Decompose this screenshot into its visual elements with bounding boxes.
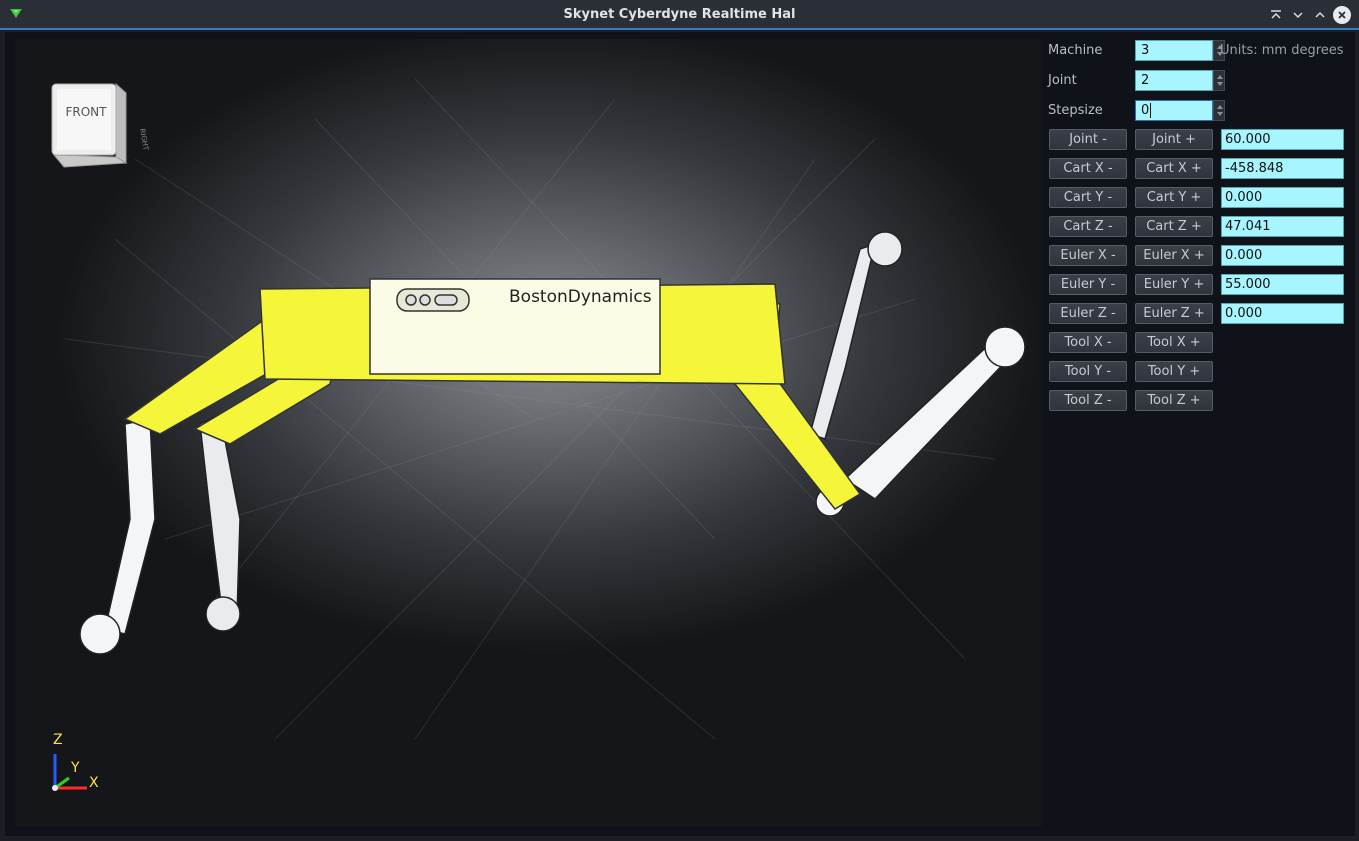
cart-z-minus-button[interactable]: Cart Z - xyxy=(1049,216,1127,237)
euler-x-value-field[interactable]: 0.000 xyxy=(1221,245,1344,266)
tool-x-plus-button[interactable]: Tool X + xyxy=(1135,332,1213,353)
cart-z-value-field[interactable]: 47.041 xyxy=(1221,216,1344,237)
window-title: Skynet Cyberdyne Realtime Hal xyxy=(563,7,796,22)
3d-viewport[interactable]: BostonDynamics RIGHT FRONT Z Y X xyxy=(15,39,1042,827)
keep-above-icon[interactable] xyxy=(1267,6,1285,24)
tool-z-plus-button[interactable]: Tool Z + xyxy=(1135,390,1213,411)
title-bar: Skynet Cyberdyne Realtime Hal xyxy=(0,0,1359,30)
navcube-side-label: RIGHT xyxy=(138,128,150,152)
tool-z-minus-button[interactable]: Tool Z - xyxy=(1049,390,1127,411)
euler-z-minus-button[interactable]: Euler Z - xyxy=(1049,303,1127,324)
machine-spinbox[interactable]: 3 xyxy=(1135,40,1225,61)
navcube-front-label: FRONT xyxy=(65,105,107,119)
robot-scene: BostonDynamics xyxy=(64,78,1026,740)
euler-x-plus-button[interactable]: Euler X + xyxy=(1135,245,1213,266)
joint-value-field[interactable]: 60.000 xyxy=(1221,129,1344,150)
stepsize-spin-arrows-icon[interactable] xyxy=(1213,100,1225,121)
cart-y-value-field[interactable]: 0.000 xyxy=(1221,187,1344,208)
units-label: Units: mm degrees xyxy=(1220,43,1344,58)
navigation-cube[interactable]: RIGHT FRONT xyxy=(50,79,150,171)
joint-spinbox[interactable]: 2 xyxy=(1135,70,1225,91)
stepsize-spinbox[interactable]: 0 xyxy=(1135,100,1225,121)
cart-y-minus-button[interactable]: Cart Y - xyxy=(1049,187,1127,208)
tool-y-minus-button[interactable]: Tool Y - xyxy=(1049,361,1127,382)
euler-z-plus-button[interactable]: Euler Z + xyxy=(1135,303,1213,324)
euler-y-plus-button[interactable]: Euler Y + xyxy=(1135,274,1213,295)
cart-z-plus-button[interactable]: Cart Z + xyxy=(1135,216,1213,237)
joint-label: Joint xyxy=(1048,73,1077,88)
stepsize-label: Stepsize xyxy=(1048,103,1103,118)
axis-x-label: X xyxy=(89,775,99,791)
machine-value: 3 xyxy=(1141,43,1150,58)
main-window: BostonDynamics RIGHT FRONT Z Y X Machine… xyxy=(5,32,1355,836)
tool-x-minus-button[interactable]: Tool X - xyxy=(1049,332,1127,353)
cart-y-plus-button[interactable]: Cart Y + xyxy=(1135,187,1213,208)
euler-y-value-field[interactable]: 55.000 xyxy=(1221,274,1344,295)
cart-x-minus-button[interactable]: Cart X - xyxy=(1049,158,1127,179)
stepsize-value: 0 xyxy=(1141,103,1150,118)
robot-logo-text: BostonDynamics xyxy=(509,287,652,307)
tool-y-plus-button[interactable]: Tool Y + xyxy=(1135,361,1213,382)
close-icon[interactable] xyxy=(1333,6,1351,24)
control-panel: Machine 3 Units: mm degrees Joint 2 Step… xyxy=(1045,32,1355,836)
machine-label: Machine xyxy=(1048,43,1103,58)
euler-z-value-field[interactable]: 0.000 xyxy=(1221,303,1344,324)
euler-x-minus-button[interactable]: Euler X - xyxy=(1049,245,1127,266)
cart-x-value-field[interactable]: -458.848 xyxy=(1221,158,1344,179)
axis-y-label: Y xyxy=(71,760,80,776)
joint-spin-arrows-icon[interactable] xyxy=(1213,70,1225,91)
axis-z-label: Z xyxy=(53,732,63,748)
maximize-icon[interactable] xyxy=(1311,6,1329,24)
joint-plus-button[interactable]: Joint + xyxy=(1135,129,1213,150)
cart-x-plus-button[interactable]: Cart X + xyxy=(1135,158,1213,179)
euler-y-minus-button[interactable]: Euler Y - xyxy=(1049,274,1127,295)
joint-minus-button[interactable]: Joint - xyxy=(1049,129,1127,150)
joint-value: 2 xyxy=(1141,73,1150,88)
axis-gizmo: Z Y X xyxy=(45,732,125,804)
minimize-icon[interactable] xyxy=(1289,6,1307,24)
